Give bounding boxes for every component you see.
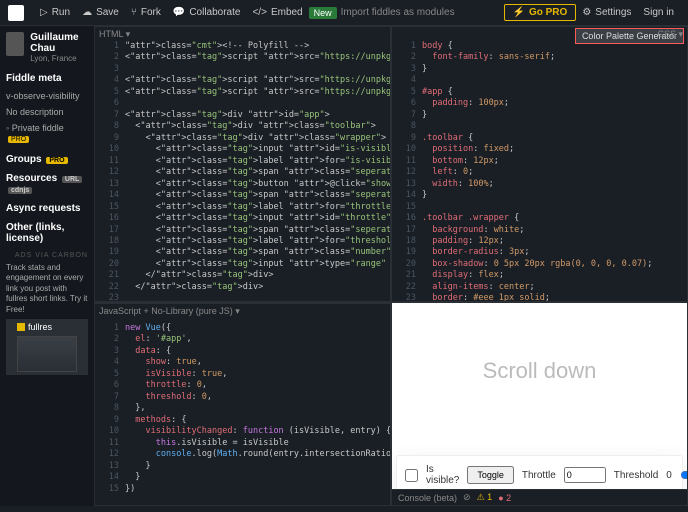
resources-heading[interactable]: Resources URL cdnjs (6, 173, 88, 195)
signin-button[interactable]: Sign in (637, 4, 680, 21)
fiddle-title-input[interactable]: v-observe-visibility (6, 88, 88, 104)
embed-button[interactable]: </> Embed (246, 4, 308, 21)
avatar[interactable] (6, 32, 24, 56)
new-badge: New (309, 7, 337, 19)
other-link[interactable]: Other (links, license) (6, 222, 88, 244)
css-pane[interactable]: CSS ▾ 1body { 2 font-family: sans-serif;… (391, 26, 688, 302)
html-pane-label[interactable]: HTML ▾ (99, 29, 130, 40)
scroll-down-text: Scroll down (483, 358, 597, 384)
go-pro-button[interactable]: ⚡ Go PRO (504, 4, 577, 21)
fork-button[interactable]: ⑂ Fork (125, 4, 167, 21)
css-pane-label[interactable]: CSS ▾ (657, 29, 683, 40)
js-pane-label[interactable]: JavaScript + No-Library (pure JS) ▾ (95, 303, 390, 319)
user-location: Lyon, France (30, 54, 88, 63)
import-text[interactable]: Import fiddles as modules (341, 7, 455, 18)
threshold-label: Threshold (614, 470, 658, 481)
console-clear-icon[interactable]: ⊘ (463, 492, 471, 503)
toggle-button[interactable]: Toggle (467, 466, 514, 484)
save-button[interactable]: ☁ Save (76, 4, 125, 21)
throttle-label: Throttle (522, 470, 556, 481)
jsfiddle-logo[interactable] (8, 5, 24, 21)
ad-text[interactable]: Track stats and engagement on every link… (6, 263, 88, 315)
user-name[interactable]: Guillaume Chau (30, 32, 88, 54)
js-pane[interactable]: JavaScript + No-Library (pure JS) ▾ 1new… (94, 302, 391, 506)
console-label[interactable]: Console (beta) (398, 493, 457, 503)
is-visible-checkbox[interactable] (405, 469, 418, 482)
async-link[interactable]: Async requests (6, 203, 88, 214)
sidebar: Guillaume Chau Lyon, France Fiddle meta … (0, 26, 94, 506)
result-pane[interactable]: Scroll down Is visible? Toggle Throttle … (391, 302, 688, 506)
threshold-value: 0 (666, 470, 672, 481)
ad-image[interactable]: fullres (6, 319, 88, 375)
fiddle-meta-heading: Fiddle meta (6, 73, 88, 84)
threshold-slider[interactable] (680, 467, 688, 483)
settings-button[interactable]: ⚙ Settings (576, 4, 637, 21)
is-visible-label: Is visible? (426, 464, 459, 486)
ads-label: ADS VIA CARBON (6, 252, 88, 259)
collaborate-button[interactable]: 💬 Collaborate (167, 4, 247, 21)
console-error-count: ● 2 (498, 493, 511, 503)
throttle-input[interactable] (564, 467, 606, 483)
run-button[interactable]: ▷ Run (34, 4, 76, 21)
private-toggle[interactable]: ◦ Private fiddle PRO (6, 120, 88, 146)
console-warn-count: ⚠ 1 (477, 492, 493, 503)
groups-heading[interactable]: Groups PRO (6, 154, 88, 165)
fiddle-description[interactable]: No description (6, 104, 88, 120)
html-pane[interactable]: HTML ▾ 1"attr">class="cmt"><!-- Polyfill… (94, 26, 391, 302)
